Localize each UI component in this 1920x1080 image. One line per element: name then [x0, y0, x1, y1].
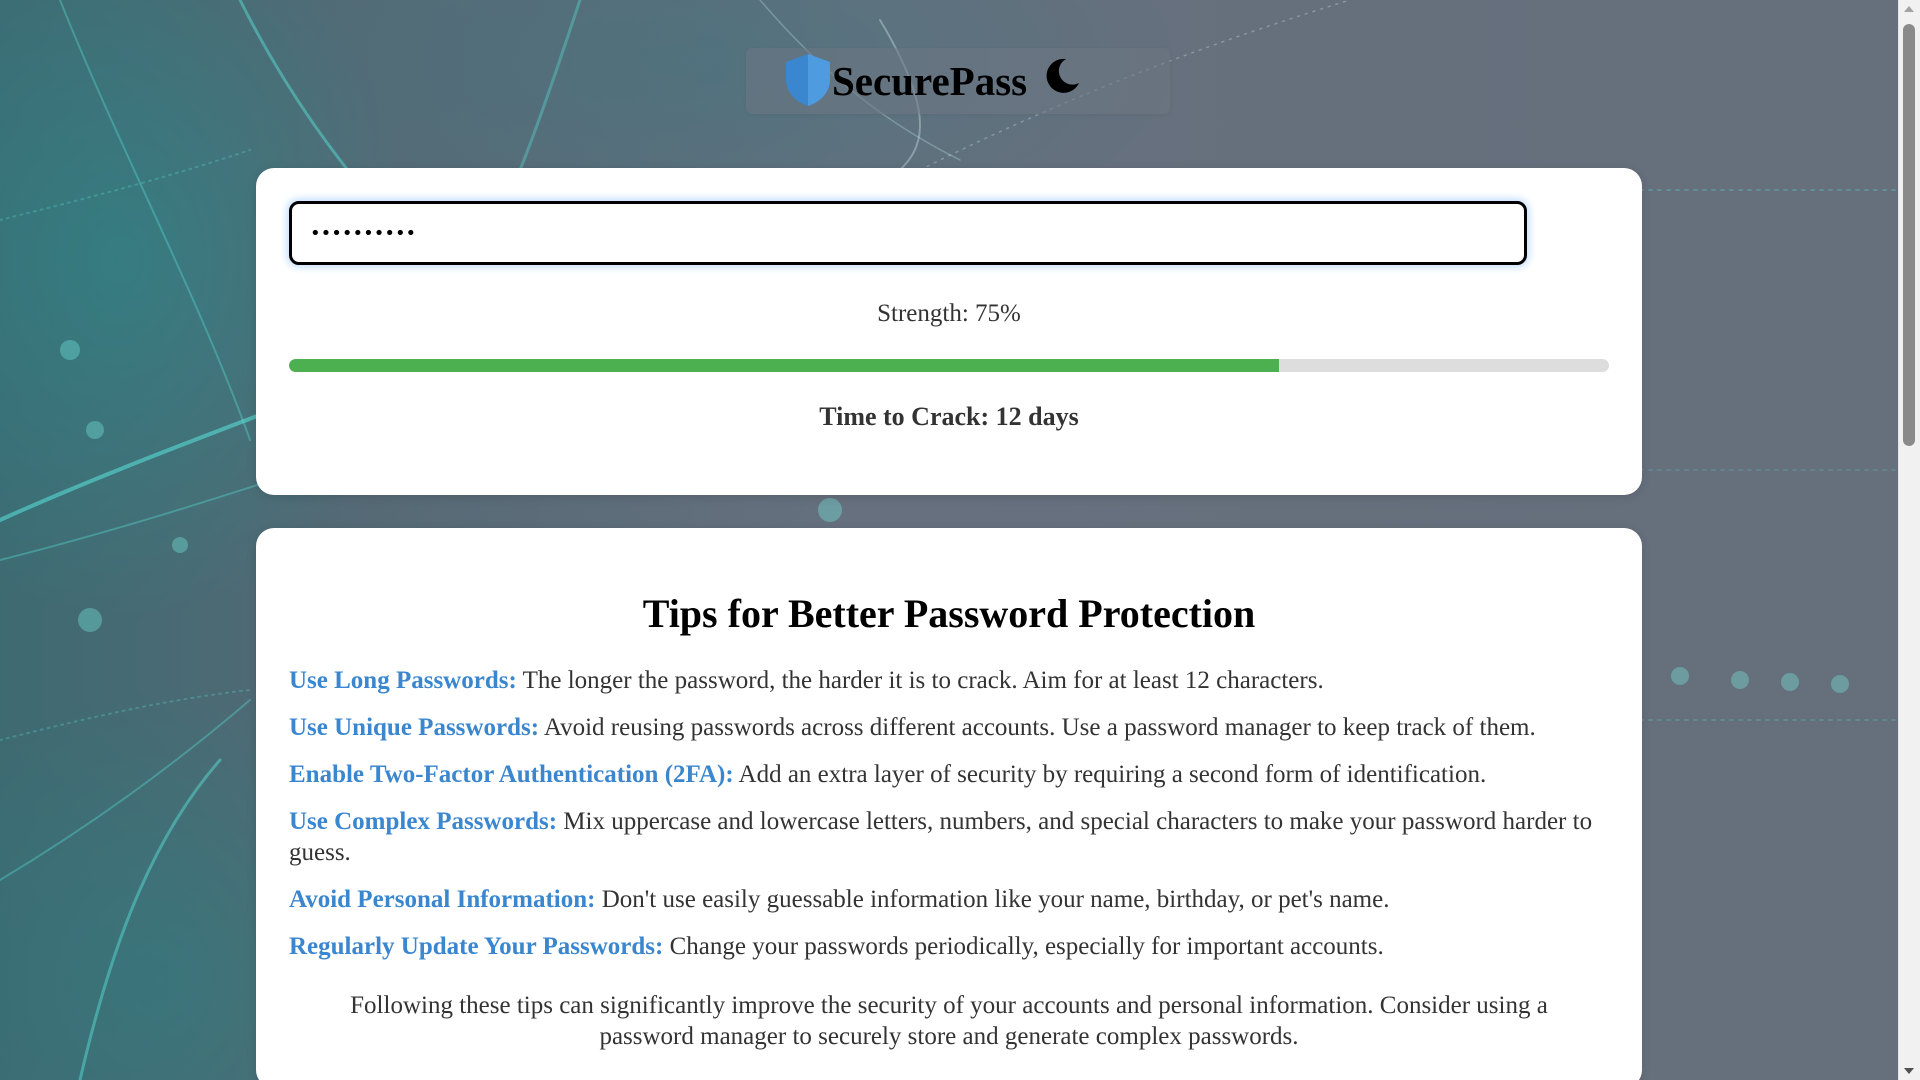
list-item: Use Unique Passwords: Avoid reusing pass…	[289, 712, 1614, 743]
tip-title[interactable]: Use Unique Passwords:	[289, 714, 539, 741]
scroll-down-arrow-icon[interactable]	[1904, 1068, 1914, 1074]
list-item: Enable Two-Factor Authentication (2FA): …	[289, 759, 1614, 790]
tip-title[interactable]: Enable Two-Factor Authentication (2FA):	[289, 761, 734, 788]
tip-text: Avoid reusing passwords across different…	[543, 714, 1536, 741]
strength-progress-fill	[289, 359, 1279, 372]
tip-text: The longer the password, the harder it i…	[522, 667, 1324, 694]
password-checker-card: Strength: 75% Time to Crack: 12 days	[256, 168, 1642, 495]
list-item: Use Complex Passwords: Mix uppercase and…	[289, 806, 1614, 868]
scrollbar-thumb[interactable]	[1903, 24, 1915, 446]
vertical-scrollbar[interactable]	[1898, 0, 1920, 1080]
tip-text: Add an extra layer of security by requir…	[738, 761, 1487, 788]
crack-time-label: Time to Crack: 12 days	[819, 402, 1079, 431]
tips-heading: Tips for Better Password Protection	[642, 591, 1256, 636]
tip-title[interactable]: Regularly Update Your Passwords:	[289, 933, 663, 960]
list-item: Regularly Update Your Passwords: Change …	[289, 931, 1614, 962]
tips-footer: Following these tips can significantly i…	[350, 992, 1548, 1050]
strength-label: Strength: 75%	[877, 300, 1021, 327]
tips-card: Tips for Better Password Protection Use …	[256, 528, 1642, 1080]
moon-icon[interactable]	[1042, 56, 1082, 96]
tips-list: Use Long Passwords: The longer the passw…	[289, 665, 1614, 978]
list-item: Avoid Personal Information: Don't use ea…	[289, 884, 1614, 915]
tip-title[interactable]: Avoid Personal Information:	[289, 886, 595, 913]
strength-progress-bar	[289, 359, 1609, 372]
tip-title[interactable]: Use Long Passwords:	[289, 667, 517, 694]
scroll-up-arrow-icon[interactable]	[1904, 6, 1914, 12]
tip-text: Don't use easily guessable information l…	[601, 886, 1390, 913]
tip-text: Change your passwords periodically, espe…	[669, 933, 1384, 960]
tip-title[interactable]: Use Complex Passwords:	[289, 808, 557, 835]
list-item: Use Long Passwords: The longer the passw…	[289, 665, 1614, 696]
shield-icon	[786, 54, 830, 106]
password-input[interactable]	[289, 201, 1527, 265]
brand-name: SecurePass	[832, 58, 1028, 104]
